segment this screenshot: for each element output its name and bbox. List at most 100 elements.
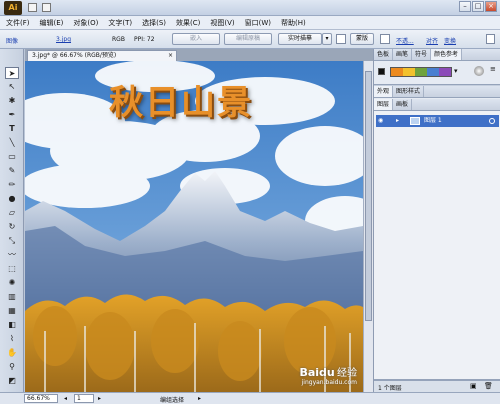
page-field[interactable]: 1	[74, 394, 94, 403]
tab-appearance[interactable]: 外观	[374, 86, 394, 97]
layers-panel: ◉ ▸ 图层 1	[374, 111, 500, 380]
rotate-tool-icon[interactable]: ↻	[5, 221, 19, 233]
type-tool-icon[interactable]: T	[5, 123, 19, 135]
layer-row[interactable]: ◉ ▸ 图层 1	[376, 115, 499, 127]
layer-target-icon[interactable]	[489, 118, 495, 124]
color-mode-label: RGB	[112, 36, 125, 43]
status-menu-icon[interactable]: ▸	[198, 395, 201, 402]
harmony-dropdown-icon[interactable]: ▾	[454, 67, 458, 75]
live-trace-dropdown[interactable]: ▾	[322, 33, 332, 45]
rectangle-tool-icon[interactable]: ▭	[5, 151, 19, 163]
mask-button-visible[interactable]: 蒙版	[350, 33, 374, 45]
visibility-eye-icon[interactable]: ◉	[378, 115, 383, 126]
status-bar: 66.67% ◂ 1 ▸ 编组选择 ▸	[0, 392, 500, 404]
menu-help[interactable]: 帮助(H)	[281, 18, 306, 28]
zoom-field[interactable]: 66.67%	[24, 394, 58, 403]
arrange-documents-icon[interactable]	[42, 3, 51, 12]
line-tool-icon[interactable]: ╲	[5, 137, 19, 149]
document-tab-close[interactable]: ×	[168, 51, 173, 61]
menu-file[interactable]: 文件(F)	[6, 18, 30, 28]
menu-object[interactable]: 对象(O)	[73, 18, 98, 28]
hand-tool-icon[interactable]: ✋	[5, 347, 19, 359]
layer-name[interactable]: 图层 1	[424, 115, 442, 126]
eyedropper-tool-icon[interactable]: ⌇	[5, 333, 19, 345]
align-link[interactable]: 对齐	[426, 36, 438, 45]
document-window: 3.jpg* @ 66.67% (RGB/预览) × 秋日山景 Baidu 经验…	[25, 49, 373, 392]
illustrator-window: Ai – □ × 文件(F) 编辑(E) 对象(O) 文字(T) 选择(S) 效…	[0, 0, 500, 404]
pencil-tool-icon[interactable]: ✏	[5, 179, 19, 191]
menu-view[interactable]: 视图(V)	[210, 18, 234, 28]
watermark-brand: Baidu	[299, 366, 335, 379]
next-page-icon[interactable]: ▸	[98, 395, 101, 402]
document-tab-title: 3.jpg* @ 66.67% (RGB/预览)	[32, 52, 117, 59]
artwork-title[interactable]: 秋日山景	[109, 75, 253, 124]
zoom-tool-icon[interactable]: ⚲	[5, 361, 19, 373]
prev-page-icon[interactable]: ◂	[64, 395, 67, 402]
magic-wand-tool-icon[interactable]: ✱	[5, 95, 19, 107]
layer-count: 1 个图层	[378, 385, 402, 392]
fill-stroke-icon[interactable]: ◩	[5, 375, 19, 387]
tab-artboards[interactable]: 画板	[393, 99, 413, 110]
bridge-icon[interactable]	[28, 3, 37, 12]
object-type-label: 图像	[6, 38, 19, 45]
panel-menu-icon[interactable]: ≡	[490, 65, 496, 73]
selection-tool-icon[interactable]: ➤	[5, 67, 19, 79]
new-layer-icon[interactable]: ▣	[470, 382, 477, 390]
gradient-tool-icon[interactable]: ◧	[5, 319, 19, 331]
vertical-scrollbar-thumb[interactable]	[365, 71, 372, 321]
graph-tool-icon[interactable]: ▥	[5, 291, 19, 303]
mesh-tool-icon[interactable]: ▦	[5, 305, 19, 317]
document-tab[interactable]: 3.jpg* @ 66.67% (RGB/预览) ×	[27, 50, 177, 61]
transform-link[interactable]: 变换	[444, 36, 456, 45]
menu-type[interactable]: 文字(T)	[108, 18, 132, 28]
free-transform-tool-icon[interactable]: ⬚	[5, 263, 19, 275]
tab-swatches[interactable]: 色板	[374, 49, 394, 60]
harmony-colors-strip[interactable]	[390, 67, 452, 77]
color-guide-panel: ▾ ≡	[374, 61, 500, 85]
artwork-canvas[interactable]: 秋日山景 Baidu 经验 jingyan.baidu.com	[25, 61, 363, 392]
menu-window[interactable]: 窗口(W)	[245, 18, 271, 28]
panels-dock: 色板 画笔 符号 颜色参考 ▾ ≡ 外观 图形样式 图层 画板 ◉ ▸ 图层 1…	[373, 49, 500, 392]
embed-button[interactable]: 嵌入	[172, 33, 220, 45]
maximize-button[interactable]: □	[472, 1, 484, 12]
close-button[interactable]: ×	[485, 1, 497, 12]
control-panel-menu-icon[interactable]	[486, 34, 495, 44]
edit-colors-icon[interactable]	[474, 66, 484, 76]
base-color-swatch[interactable]	[378, 68, 385, 75]
delete-layer-icon[interactable]: 🗑	[484, 382, 493, 390]
menu-effect[interactable]: 效果(C)	[176, 18, 200, 28]
trace-options-icon[interactable]	[336, 34, 346, 44]
menu-edit[interactable]: 编辑(E)	[40, 18, 64, 28]
app-logo: Ai	[4, 1, 22, 15]
menu-select[interactable]: 选择(S)	[142, 18, 166, 28]
scale-tool-icon[interactable]: ⤡	[5, 235, 19, 247]
control-bar: 图像 3.jpg RGB PPI: 72 嵌入 编辑原稿 实时描摹 ▾ 蒙版 蒙…	[0, 30, 500, 49]
color-panel-tabs: 色板 画笔 符号 颜色参考	[374, 49, 500, 61]
edit-original-button[interactable]: 编辑原稿	[224, 33, 272, 45]
opacity-link[interactable]: 不透...	[396, 36, 414, 45]
recolor-icon[interactable]	[380, 34, 390, 44]
tab-graphic-styles[interactable]: 图形样式	[393, 86, 425, 97]
tab-brushes[interactable]: 画笔	[393, 49, 413, 60]
tools-panel: ➤ ↖ ✱ ✒ T ╲ ▭ ✎ ✏ ● ▱ ↻ ⤡ 〰 ⬚ ✺ ▥ ▦ ◧ ⌇ …	[0, 49, 24, 392]
pen-tool-icon[interactable]: ✒	[5, 109, 19, 121]
symbol-sprayer-tool-icon[interactable]: ✺	[5, 277, 19, 289]
watermark-cn: 经验	[337, 368, 357, 379]
minimize-button[interactable]: –	[459, 1, 471, 12]
warp-tool-icon[interactable]: 〰	[5, 249, 19, 261]
vertical-scrollbar[interactable]	[363, 61, 373, 392]
tab-layers[interactable]: 图层	[374, 99, 394, 110]
expand-arrow-icon[interactable]: ▸	[396, 115, 399, 126]
tab-color-guide[interactable]: 颜色参考	[431, 49, 463, 60]
title-bar: Ai – □ ×	[0, 0, 500, 16]
filename-link[interactable]: 3.jpg	[56, 36, 71, 43]
tab-symbols[interactable]: 符号	[412, 49, 432, 60]
paintbrush-tool-icon[interactable]: ✎	[5, 165, 19, 177]
live-trace-button[interactable]: 实时描摹	[278, 33, 322, 45]
direct-selection-tool-icon[interactable]: ↖	[5, 81, 19, 93]
status-tool: 编组选择	[160, 397, 185, 404]
layers-panel-tabs: 图层 画板	[374, 99, 500, 111]
blob-brush-tool-icon[interactable]: ●	[5, 193, 19, 205]
eraser-tool-icon[interactable]: ▱	[5, 207, 19, 219]
layers-footer: 1 个图层 ▣ 🗑	[374, 380, 500, 392]
